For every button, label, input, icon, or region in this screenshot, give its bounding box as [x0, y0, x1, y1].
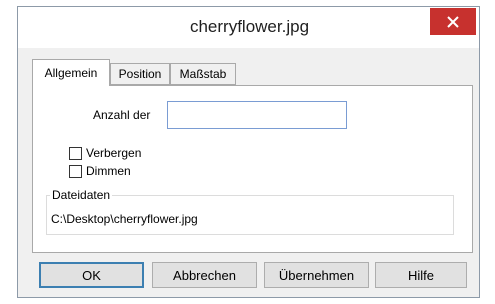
- close-x-icon: [447, 15, 459, 28]
- cancel-button[interactable]: Abbrechen: [152, 262, 257, 288]
- file-path-text: C:\Desktop\cherryflower.jpg: [51, 212, 198, 226]
- tab-allgemein[interactable]: Allgemein: [32, 59, 110, 86]
- window-title: cherryflower.jpg: [189, 17, 310, 36]
- title-bar: cherryflower.jpg: [18, 7, 479, 48]
- tab-label: Allgemein: [44, 66, 98, 80]
- apply-button-label: Übernehmen: [278, 267, 355, 283]
- dim-checkbox[interactable]: [69, 165, 82, 178]
- dim-label: Dimmen: [86, 164, 131, 178]
- general-tab-panel: Anzahl der Verbergen Dimmen Dateidaten C…: [32, 85, 473, 253]
- hide-checkbox[interactable]: [69, 147, 82, 160]
- tab-label: Position: [118, 67, 162, 81]
- count-label: Anzahl der: [93, 108, 151, 122]
- apply-button[interactable]: Übernehmen: [264, 262, 369, 288]
- tab-label: Maßstab: [179, 67, 227, 81]
- count-input[interactable]: [167, 101, 347, 129]
- ok-button-label: OK: [82, 267, 101, 283]
- hide-label: Verbergen: [86, 146, 142, 160]
- tab-position[interactable]: Position: [110, 63, 170, 85]
- properties-dialog: cherryflower.jpg Allgemein Position Maßs…: [17, 6, 480, 298]
- help-button-label: Hilfe: [407, 267, 434, 283]
- tab-massstab[interactable]: Maßstab: [170, 63, 236, 85]
- close-button[interactable]: [430, 8, 476, 35]
- help-button[interactable]: Hilfe: [375, 262, 467, 288]
- file-data-group-label: Dateidaten: [50, 188, 113, 202]
- ok-button[interactable]: OK: [39, 262, 144, 288]
- cancel-button-label: Abbrechen: [173, 267, 236, 283]
- file-data-group: Dateidaten C:\Desktop\cherryflower.jpg: [46, 188, 454, 235]
